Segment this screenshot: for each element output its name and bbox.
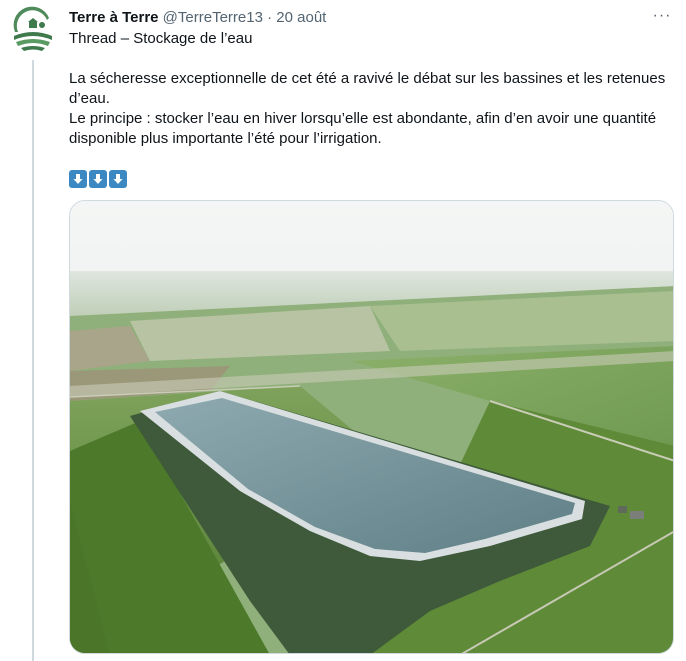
author-handle[interactable]: @TerreTerre13 (163, 9, 263, 26)
tweet-photo[interactable] (69, 200, 674, 654)
tweet-date[interactable]: 20 août (276, 9, 326, 26)
tweet-first-line: Thread – Stockage de l’eau (69, 30, 253, 47)
author-name[interactable]: Terre à Terre (69, 9, 159, 26)
avatar[interactable] (9, 6, 57, 54)
emoji-row (69, 170, 127, 188)
tweet-body: La sécheresse exceptionnelle de cet été … (69, 69, 669, 149)
tweet-paragraph-1: La sécheresse exceptionnelle de cet été … (69, 70, 666, 107)
arrow-down-icon (69, 170, 87, 188)
thread-connector-line (32, 60, 34, 661)
tweet-header: Terre à Terre @TerreTerre13 · 20 août ··… (69, 6, 674, 28)
more-options-icon[interactable]: ··· (650, 6, 674, 26)
arrow-down-icon (89, 170, 107, 188)
arrow-down-icon (109, 170, 127, 188)
terre-a-terre-logo (9, 6, 57, 54)
reservoir-aerial-photo (70, 201, 673, 653)
tweet-paragraph-2: Le principe : stocker l’eau en hiver lor… (69, 110, 657, 147)
separator-dot: · (267, 9, 273, 26)
